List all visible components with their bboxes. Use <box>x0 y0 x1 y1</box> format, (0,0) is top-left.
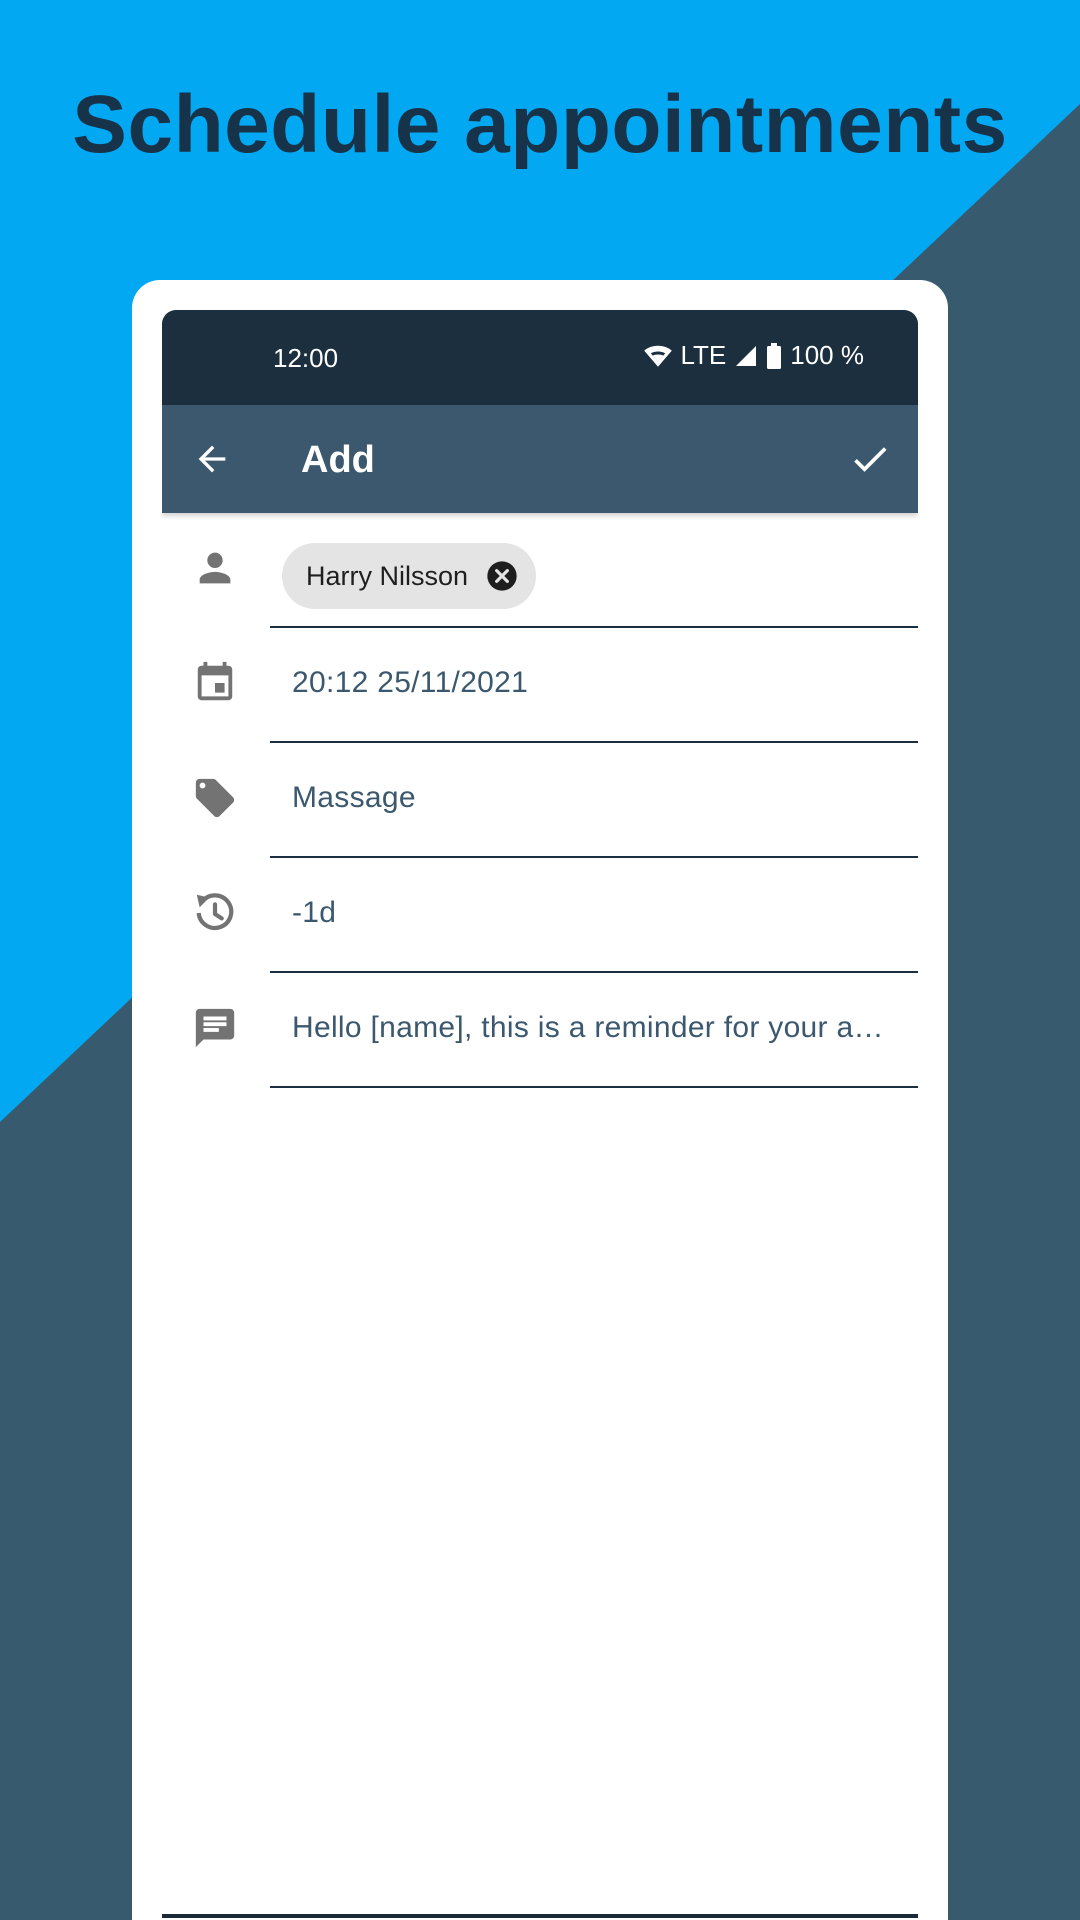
service-value: Massage <box>292 781 416 814</box>
wifi-icon <box>643 345 672 367</box>
datetime-row: 20:12 25/11/2021 <box>162 628 918 743</box>
datetime-field[interactable]: 20:12 25/11/2021 <box>270 628 918 743</box>
status-indicators: LTE 100 % <box>643 340 864 371</box>
reminder-field[interactable]: -1d <box>270 858 918 973</box>
contact-chip-label: Harry Nilsson <box>306 560 469 591</box>
contact-field[interactable]: Harry Nilsson <box>270 513 918 628</box>
checkmark-icon[interactable] <box>848 437 892 481</box>
reminder-row: -1d <box>162 858 918 973</box>
tag-icon <box>195 778 235 818</box>
screenshot-canvas: Schedule appointments 12:00 LTE 100 % Ad… <box>0 0 1080 1920</box>
battery-icon <box>767 342 782 369</box>
message-icon <box>195 1008 235 1048</box>
status-bar: 12:00 LTE 100 % <box>162 310 918 405</box>
message-row: Hello [name], this is a reminder for you… <box>162 973 918 1088</box>
datetime-value: 20:12 25/11/2021 <box>292 666 529 699</box>
signal-icon <box>736 345 757 366</box>
arrow-left-icon[interactable] <box>192 439 232 479</box>
person-icon <box>199 552 231 584</box>
service-row: Massage <box>162 743 918 858</box>
page-title: Add <box>301 439 375 481</box>
status-time: 12:00 <box>273 343 339 373</box>
screen-bottom-divider <box>162 1914 918 1918</box>
app-bar: Add <box>162 405 918 513</box>
message-field[interactable]: Hello [name], this is a reminder for you… <box>270 973 918 1088</box>
calendar-icon <box>197 661 233 701</box>
marketing-headline: Schedule appointments <box>72 79 1008 170</box>
network-label: LTE <box>680 340 727 370</box>
contact-row: Harry Nilsson <box>162 513 918 628</box>
close-circle-icon[interactable] <box>486 560 518 592</box>
contact-chip[interactable]: Harry Nilsson <box>282 543 537 609</box>
message-value: Hello [name], this is a reminder for you… <box>292 1011 892 1044</box>
app-screen: 12:00 LTE 100 % Add Harry Nilsson 20:12 … <box>162 310 918 1915</box>
service-field[interactable]: Massage <box>270 743 918 858</box>
battery-label: 100 % <box>790 340 864 370</box>
history-icon <box>196 893 234 931</box>
reminder-value: -1d <box>292 896 337 929</box>
